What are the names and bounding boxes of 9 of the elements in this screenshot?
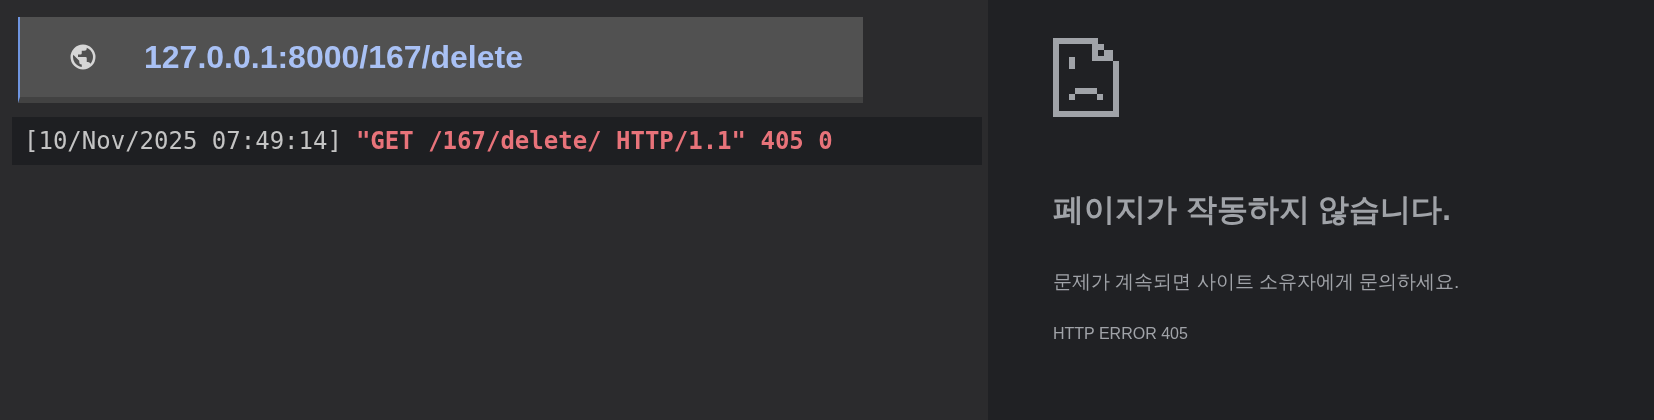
sad-page-icon [1053,38,1119,117]
error-title: 페이지가 작동하지 않습니다. [1053,191,1452,229]
url-text: 127.0.0.1:8000/167/delete [144,38,523,76]
address-bar[interactable]: 127.0.0.1:8000/167/delete [18,17,863,103]
log-request: "GET /167/delete/ HTTP/1.1" 405 0 [355,127,833,155]
error-message: 문제가 계속되면 사이트 소유자에게 문의하세요. [1053,270,1461,294]
globe-icon [68,42,98,72]
error-code: HTTP ERROR 405 [1053,325,1189,343]
log-timestamp: [10/Nov/2025 07:49:14] [24,127,342,155]
